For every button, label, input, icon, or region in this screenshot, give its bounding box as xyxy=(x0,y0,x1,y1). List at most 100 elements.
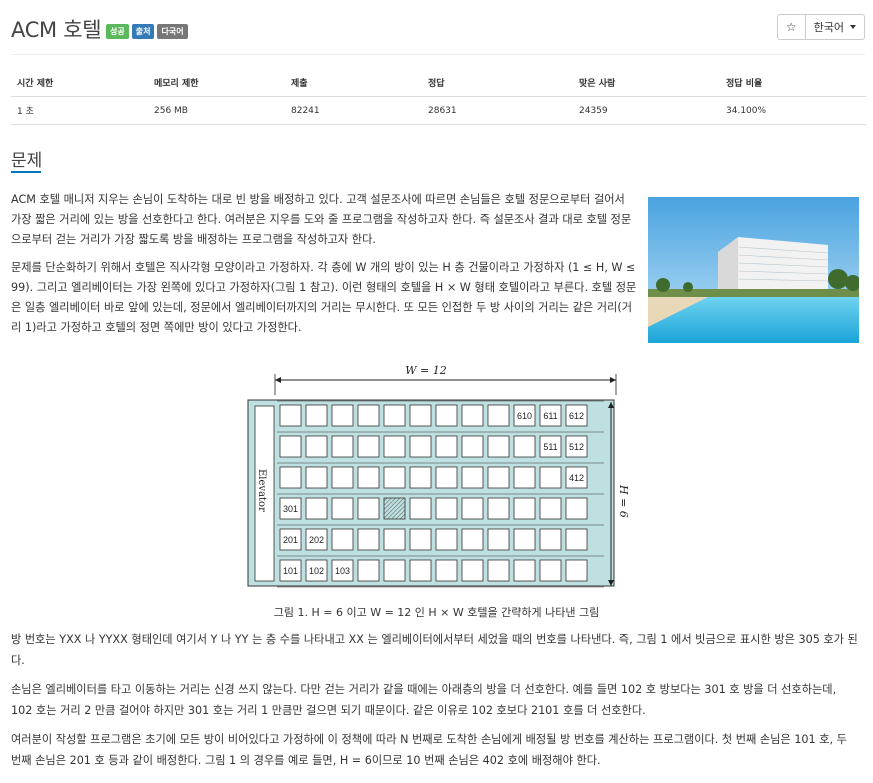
room-cell xyxy=(487,404,510,427)
submissions-header: 제출 xyxy=(285,72,422,97)
room-label: 612 xyxy=(569,411,584,421)
room-cell xyxy=(331,466,354,489)
room-cell xyxy=(487,559,510,582)
room-label: 611 xyxy=(543,411,557,421)
room-cell xyxy=(409,528,432,551)
room-cell xyxy=(513,497,536,520)
room-cell xyxy=(305,466,328,489)
room-cell xyxy=(565,497,588,520)
ratio-header: 정답 비율 xyxy=(720,72,866,97)
room-cell xyxy=(409,497,432,520)
room-cell xyxy=(331,528,354,551)
hotel-building xyxy=(247,399,615,587)
source-badge[interactable]: 출처 xyxy=(131,24,155,39)
info-header-row: 시간 제한 메모리 제한 제출 정답 맞은 사람 정답 비율 xyxy=(11,72,866,97)
room-cell xyxy=(461,497,484,520)
room-cell xyxy=(461,466,484,489)
room-cell xyxy=(461,559,484,582)
memory-limit-value: 256 MB xyxy=(148,96,285,125)
time-limit-header: 시간 제한 xyxy=(11,72,148,97)
room-cell xyxy=(435,404,458,427)
room-cell xyxy=(305,404,328,427)
ratio-value: 34.100% xyxy=(720,96,866,125)
room-cell xyxy=(435,435,458,458)
highlighted-room xyxy=(383,497,406,520)
room-cell xyxy=(461,435,484,458)
room-cell xyxy=(383,528,406,551)
room-cell xyxy=(383,559,406,582)
hotel-diagram: W = 12 Elevator 610 611 612 511 512 412 301 201… xyxy=(247,364,630,588)
section-underline xyxy=(11,171,41,173)
problem-header: ACM 호텔 성공 출처 다국어 ☆ 한국어 xyxy=(11,14,865,44)
header-divider xyxy=(11,54,865,55)
room-cell xyxy=(409,404,432,427)
hotel-photo xyxy=(648,197,859,343)
room-label: 201 xyxy=(283,535,298,545)
info-value-row: 1 초 256 MB 82241 28631 24359 34.100% xyxy=(11,96,866,125)
solved-users-header: 맞은 사람 xyxy=(573,72,720,97)
room-cell xyxy=(279,435,302,458)
problem-description-continued: 방 번호는 YXX 나 YYXX 형태인데 여기서 Y 나 YY 는 층 수를 … xyxy=(11,629,859,779)
section-title: 문제 xyxy=(11,151,43,171)
room-cell xyxy=(513,528,536,551)
problem-paragraph-3: 방 번호는 YXX 나 YYXX 형태인데 여기서 Y 나 YY 는 층 수를 … xyxy=(11,633,858,667)
room-cell xyxy=(279,404,302,427)
room-label: 511 xyxy=(543,442,557,452)
room-cell xyxy=(357,404,380,427)
room-cell xyxy=(409,559,432,582)
room-label: 610 xyxy=(517,411,532,421)
room-cell xyxy=(279,466,302,489)
memory-limit-header: 메모리 제한 xyxy=(148,72,285,97)
room-cell xyxy=(305,435,328,458)
room-cell xyxy=(357,559,380,582)
figure-caption: 그림 1. H = 6 이고 W = 12 인 H × W 호텔을 간략하게 나… xyxy=(273,606,600,619)
room-cell xyxy=(331,497,354,520)
room-cell xyxy=(305,497,328,520)
room-cell xyxy=(539,559,562,582)
room-cell xyxy=(513,466,536,489)
room-cell xyxy=(487,497,510,520)
room-cell xyxy=(357,435,380,458)
arrow-left-icon xyxy=(275,377,281,383)
room-cell xyxy=(435,466,458,489)
room-label: 103 xyxy=(335,566,350,576)
room-cell xyxy=(435,497,458,520)
room-cell xyxy=(487,528,510,551)
elevator-label: Elevator xyxy=(256,469,267,512)
room-cell xyxy=(513,435,536,458)
room-cell xyxy=(357,466,380,489)
room-cell xyxy=(383,466,406,489)
multilang-badge: 다국어 xyxy=(157,24,188,39)
problem-title: ACM 호텔 xyxy=(11,18,102,42)
room-cell xyxy=(383,435,406,458)
caret-down-icon xyxy=(850,25,856,29)
language-dropdown[interactable]: 한국어 xyxy=(805,14,865,40)
room-cell xyxy=(565,528,588,551)
room-cell xyxy=(461,528,484,551)
accepted-header: 정답 xyxy=(422,72,573,97)
room-cell xyxy=(539,466,562,489)
room-cell xyxy=(513,559,536,582)
room-cell xyxy=(487,435,510,458)
room-cell xyxy=(539,528,562,551)
star-icon[interactable]: ☆ xyxy=(776,14,806,40)
room-label: 102 xyxy=(309,566,324,576)
problem-info-table: 시간 제한 메모리 제한 제출 정답 맞은 사람 정답 비율 1 초 256 M… xyxy=(11,72,866,125)
room-cell xyxy=(357,497,380,520)
room-cell xyxy=(565,559,588,582)
badge-group: 성공 출처 다국어 xyxy=(106,24,188,39)
accepted-value: 28631 xyxy=(422,96,573,125)
room-cell xyxy=(435,528,458,551)
room-cell xyxy=(435,559,458,582)
problem-description: ACM 호텔 매니저 지우는 손님이 도착하는 대로 빈 방을 배정하고 있다.… xyxy=(11,190,859,346)
language-label: 한국어 xyxy=(813,21,844,34)
room-cell xyxy=(331,435,354,458)
room-cell xyxy=(357,528,380,551)
room-label: 101 xyxy=(283,566,298,576)
w-label: W = 12 xyxy=(405,365,447,377)
room-cell xyxy=(383,404,406,427)
room-label: 412 xyxy=(569,473,584,483)
problem-paragraph-5: 여러분이 작성할 프로그램은 초기에 모든 방이 비어있다고 가정하에 이 정책… xyxy=(11,733,847,767)
header-actions: ☆ 한국어 xyxy=(776,14,865,40)
time-limit-value: 1 초 xyxy=(11,96,148,125)
